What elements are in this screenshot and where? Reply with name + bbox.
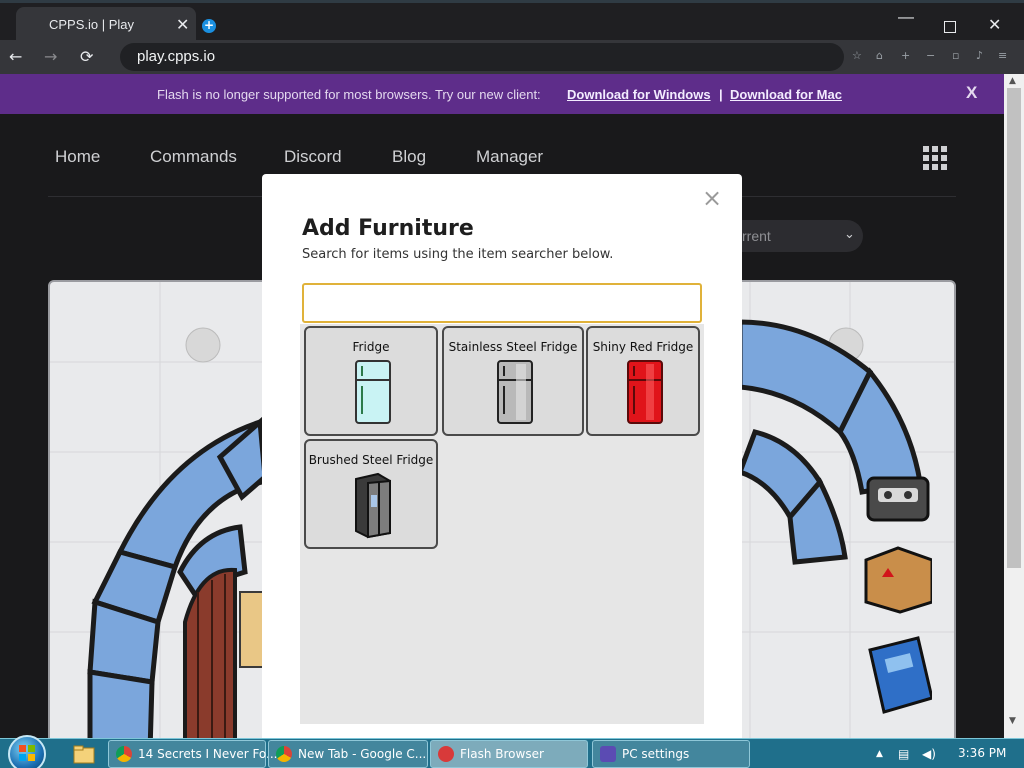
item-fridge[interactable]: Fridge	[304, 326, 438, 436]
taskbar-clock[interactable]: 3:36 PM	[958, 746, 1006, 760]
windows-taskbar: 14 Secrets I Never Fo... New Tab - Googl…	[0, 735, 1024, 768]
network-icon[interactable]: ▤	[898, 747, 909, 761]
zoom-out-icon[interactable]: −	[926, 49, 938, 62]
task-pc-settings[interactable]: PC settings	[592, 740, 750, 768]
task-label: New Tab - Google C...	[298, 747, 427, 761]
task-label: PC settings	[622, 747, 690, 761]
banner-separator: |	[719, 87, 723, 102]
windows-logo-icon	[19, 745, 35, 761]
chrome-icon	[116, 746, 132, 762]
book-icon	[868, 636, 932, 714]
cassette-icon	[866, 476, 930, 522]
file-explorer-icon[interactable]	[72, 742, 96, 766]
modal-close-icon[interactable]: ×	[702, 186, 722, 210]
browser-toolbar: ← → ⟳ play.cpps.io ☆ ⌂ + − ▫ ♪ ≡	[0, 40, 1024, 74]
new-tab-icon[interactable]: +	[202, 19, 216, 33]
item-search-input[interactable]	[302, 283, 702, 323]
page-scrollbar[interactable]: ▲ ▼	[1004, 74, 1024, 738]
fridge-icon	[355, 360, 391, 424]
nav-discord[interactable]: Discord	[284, 147, 342, 167]
tab-cpps-play[interactable]: CPPS.io | Play ✕	[16, 7, 196, 43]
nav-manager[interactable]: Manager	[476, 147, 543, 167]
window-close-button[interactable]: ✕	[988, 15, 1001, 35]
home-icon[interactable]: ⌂	[876, 49, 888, 62]
fullscreen-icon[interactable]: ▫	[952, 49, 964, 62]
chevron-down-icon: ⌄	[844, 227, 855, 242]
game-side-items	[864, 476, 932, 714]
add-furniture-modal: × Add Furniture Search for items using t…	[262, 174, 742, 738]
chrome-icon	[276, 746, 292, 762]
tab-close-icon[interactable]: ✕	[176, 15, 189, 35]
flash-browser-icon	[438, 746, 454, 762]
item-stainless-steel-fridge[interactable]: Stainless Steel Fridge	[442, 326, 584, 436]
task-flash-browser[interactable]: Flash Browser	[430, 740, 588, 768]
minimize-button[interactable]: —	[898, 9, 914, 27]
nav-commands[interactable]: Commands	[150, 147, 237, 167]
brushed-steel-fridge-icon	[355, 472, 391, 539]
nav-blog[interactable]: Blog	[392, 147, 426, 167]
item-label: Shiny Red Fridge	[592, 340, 694, 354]
start-button[interactable]	[8, 735, 46, 768]
server-select-value: rrent	[742, 228, 771, 244]
scroll-up-arrow[interactable]: ▲	[1009, 76, 1016, 86]
task-label: Flash Browser	[460, 747, 544, 761]
apps-grid-icon[interactable]	[923, 146, 947, 170]
address-bar-url: play.cpps.io	[137, 48, 216, 65]
stainless-fridge-icon	[497, 360, 533, 424]
igloo-left-wall	[87, 416, 268, 738]
wall-rivet-left	[185, 327, 221, 363]
address-bar[interactable]: play.cpps.io	[120, 43, 844, 71]
item-shiny-red-fridge[interactable]: Shiny Red Fridge	[586, 326, 700, 436]
star-icon[interactable]: ☆	[852, 49, 864, 62]
modal-subtitle: Search for items using the item searcher…	[302, 247, 614, 262]
item-results-panel: Fridge Stainless Steel Fridge Shiny Red …	[300, 324, 704, 724]
modal-title: Add Furniture	[302, 216, 474, 241]
task-chrome-new-tab[interactable]: New Tab - Google C...	[268, 740, 428, 768]
tab-title: CPPS.io | Play	[49, 17, 135, 32]
zoom-in-icon[interactable]: +	[901, 49, 913, 62]
reload-icon[interactable]: ⟳	[80, 47, 93, 66]
forward-icon[interactable]: →	[44, 47, 57, 66]
item-label: Fridge	[352, 340, 390, 354]
nav-home[interactable]: Home	[55, 147, 100, 167]
flash-notice-banner: Flash is no longer supported for most br…	[0, 74, 1004, 114]
menu-icon[interactable]: ≡	[998, 49, 1010, 62]
item-brushed-steel-fridge[interactable]: Brushed Steel Fridge	[304, 439, 438, 549]
banner-close-button[interactable]: X	[966, 83, 977, 103]
task-chrome-secrets[interactable]: 14 Secrets I Never Fo...	[108, 740, 278, 768]
red-fridge-icon	[627, 360, 663, 424]
browser-window: CPPS.io | Play ✕ + — ✕ ← → ⟳ play.cpps.i…	[0, 0, 1024, 738]
task-label: 14 Secrets I Never Fo...	[138, 747, 278, 761]
item-label: Brushed Steel Fridge	[308, 453, 434, 467]
scroll-thumb[interactable]	[1007, 88, 1021, 568]
download-windows-link[interactable]: Download for Windows	[567, 87, 711, 102]
box-icon	[864, 546, 932, 614]
download-mac-link[interactable]: Download for Mac	[730, 87, 842, 102]
volume-icon[interactable]: ♪	[976, 49, 988, 62]
item-label: Stainless Steel Fridge	[448, 340, 578, 354]
gear-icon	[600, 746, 616, 762]
back-icon[interactable]: ←	[9, 47, 22, 66]
scroll-down-arrow[interactable]: ▼	[1009, 716, 1016, 726]
flash-notice-text: Flash is no longer supported for most br…	[157, 87, 541, 102]
maximize-button[interactable]	[944, 21, 956, 33]
browser-titlebar: CPPS.io | Play ✕ + — ✕	[0, 0, 1024, 43]
tray-overflow-icon[interactable]: ▲	[876, 749, 883, 759]
speaker-icon[interactable]: ◀)	[922, 747, 936, 761]
